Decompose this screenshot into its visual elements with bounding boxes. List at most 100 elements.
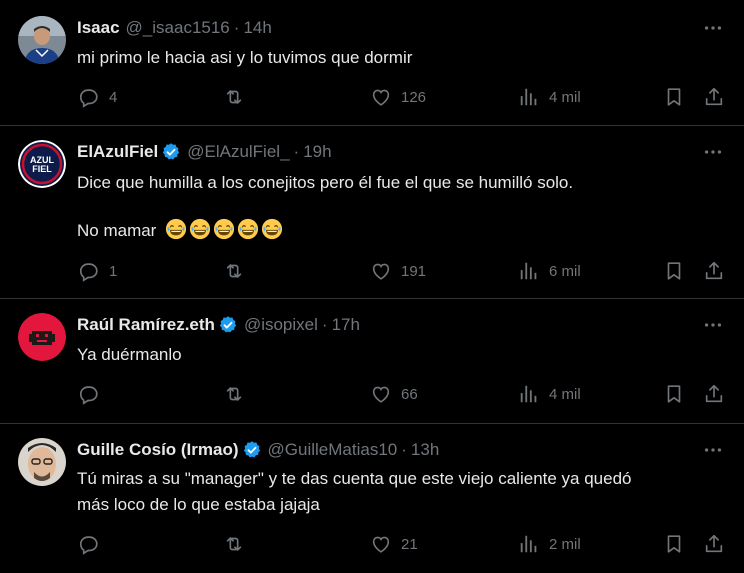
share-button[interactable] (703, 533, 725, 555)
like-button[interactable]: 66 (370, 383, 418, 405)
heart-icon (370, 86, 392, 108)
view-count: 4 mil (549, 385, 581, 403)
like-button[interactable]: 191 (370, 260, 426, 282)
share-button[interactable] (703, 260, 725, 282)
timestamp[interactable]: 13h (411, 440, 439, 460)
handle[interactable]: @GuilleMatias10 (268, 440, 398, 460)
like-count: 191 (401, 262, 427, 280)
laughing-emoji-group (165, 221, 285, 240)
bookmark-button[interactable] (663, 383, 685, 405)
reply-button[interactable] (78, 383, 109, 405)
tweet-text: No mamar (77, 221, 157, 240)
tweet-header: Guille Cosío (Irmao) @GuilleMatias10 · 1… (77, 440, 439, 460)
tweet-text-line: No mamar (77, 218, 285, 243)
avatar[interactable] (18, 313, 66, 361)
retweet-button[interactable] (223, 383, 254, 405)
tweet-actions: 1 191 6 mil (0, 260, 744, 284)
bookmark-button[interactable] (663, 86, 685, 108)
views-button[interactable]: 6 mil (518, 260, 581, 282)
bar-chart-icon (518, 533, 540, 555)
display-name[interactable]: Guille Cosío (Irmao) (77, 440, 239, 460)
reply-icon (78, 86, 100, 108)
tweet[interactable]: Guille Cosío (Irmao) @GuilleMatias10 · 1… (0, 424, 744, 573)
more-options-icon[interactable] (702, 439, 724, 461)
retweet-button[interactable] (223, 533, 254, 555)
avatar[interactable]: AZUL FIEL (18, 140, 66, 188)
laughing-emoji-icon (165, 218, 187, 240)
more-options-icon[interactable] (702, 314, 724, 336)
handle[interactable]: @isopixel (244, 315, 318, 335)
user-photo-icon (18, 438, 66, 486)
laughing-emoji-icon (213, 218, 235, 240)
bookmark-button[interactable] (663, 260, 685, 282)
reply-icon (78, 383, 100, 405)
share-icon (703, 383, 725, 405)
views-button[interactable]: 4 mil (518, 86, 581, 108)
reply-count: 1 (109, 262, 118, 280)
timestamp[interactable]: 17h (332, 315, 360, 335)
view-count: 2 mil (549, 535, 581, 553)
heart-icon (370, 260, 392, 282)
heart-icon (370, 533, 392, 555)
pixel-logo-icon (18, 313, 66, 361)
more-options-icon[interactable] (702, 17, 724, 39)
display-name[interactable]: Raúl Ramírez.eth (77, 315, 215, 335)
view-count: 4 mil (549, 88, 581, 106)
bookmark-icon (663, 260, 685, 282)
tweet[interactable]: AZUL FIEL ElAzulFiel @ElAzulFiel_ · 19h … (0, 126, 744, 299)
share-button[interactable] (703, 86, 725, 108)
tweet-actions: 21 2 mil (0, 533, 744, 557)
tweet[interactable]: Raúl Ramírez.eth @isopixel · 17h Ya duér… (0, 299, 744, 424)
tweet-header: Isaac @_isaac1516 · 14h (77, 18, 272, 38)
like-button[interactable]: 126 (370, 86, 426, 108)
bookmark-button[interactable] (663, 533, 685, 555)
laughing-emoji-icon (261, 218, 283, 240)
tweet-actions: 4 126 4 mil (0, 86, 744, 110)
tweet-text: mi primo le hacia asi y lo tuvimos que d… (77, 48, 413, 67)
avatar[interactable] (18, 16, 66, 64)
reply-icon (78, 533, 100, 555)
timestamp[interactable]: 14h (243, 18, 271, 38)
avatar[interactable] (18, 438, 66, 486)
display-name[interactable]: ElAzulFiel (77, 142, 158, 162)
retweet-icon (223, 383, 245, 405)
separator: · (401, 440, 407, 459)
verified-badge-icon (161, 142, 181, 162)
bar-chart-icon (518, 86, 540, 108)
share-icon (703, 86, 725, 108)
tweet[interactable]: Isaac @_isaac1516 · 14h mi primo le haci… (0, 0, 744, 126)
bookmark-icon (663, 533, 685, 555)
view-count: 6 mil (549, 262, 581, 280)
bookmark-icon (663, 86, 685, 108)
retweet-button[interactable] (223, 260, 254, 282)
handle[interactable]: @_isaac1516 (126, 18, 230, 38)
tweet-text: Tú miras a su "manager" y te das cuenta … (77, 469, 632, 488)
tweet-actions: 66 4 mil (0, 383, 744, 407)
share-icon (703, 260, 725, 282)
tweet-text: Dice que humilla a los conejitos pero él… (77, 173, 574, 192)
laughing-emoji-icon (237, 218, 259, 240)
user-photo-icon (18, 16, 66, 64)
like-button[interactable]: 21 (370, 533, 418, 555)
views-button[interactable]: 4 mil (518, 383, 581, 405)
heart-icon (370, 383, 392, 405)
retweet-icon (223, 260, 245, 282)
logo-text: FIEL (32, 164, 52, 174)
reply-button[interactable]: 1 (78, 260, 117, 282)
reply-button[interactable] (78, 533, 109, 555)
reply-icon (78, 260, 100, 282)
share-button[interactable] (703, 383, 725, 405)
more-options-icon[interactable] (702, 141, 724, 163)
tweet-text: más loco de lo que estaba jajaja (77, 495, 320, 514)
like-count: 66 (401, 385, 418, 403)
verified-badge-icon (218, 315, 238, 335)
timestamp[interactable]: 19h (303, 142, 331, 162)
reply-button[interactable]: 4 (78, 86, 117, 108)
retweet-button[interactable] (223, 86, 254, 108)
display-name[interactable]: Isaac (77, 18, 120, 38)
team-logo-icon: AZUL FIEL (18, 140, 66, 188)
views-button[interactable]: 2 mil (518, 533, 581, 555)
handle[interactable]: @ElAzulFiel_ (187, 142, 289, 162)
tweet-text: Ya duérmanlo (77, 345, 182, 364)
bookmark-icon (663, 383, 685, 405)
